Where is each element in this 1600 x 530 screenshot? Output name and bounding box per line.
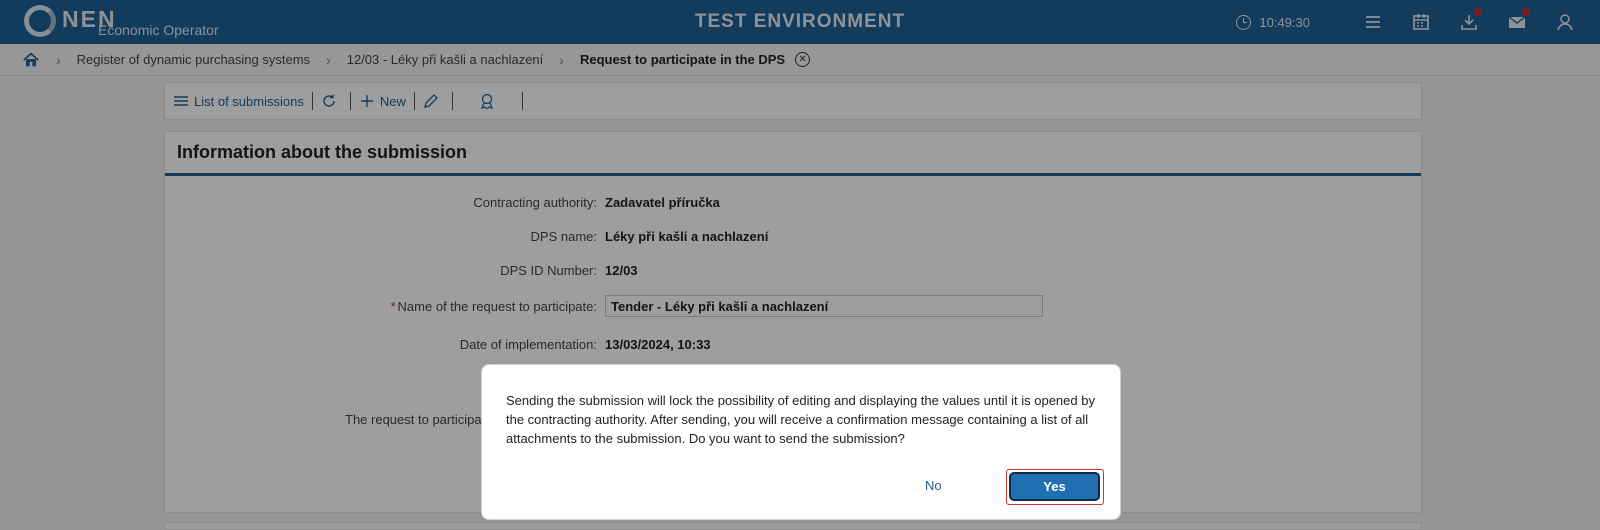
yes-button-focus-ring: Yes — [1006, 469, 1104, 505]
dialog-message: Sending the submission will lock the pos… — [506, 393, 1095, 446]
yes-button[interactable]: Yes — [1009, 472, 1100, 501]
no-button[interactable]: No — [925, 478, 942, 493]
